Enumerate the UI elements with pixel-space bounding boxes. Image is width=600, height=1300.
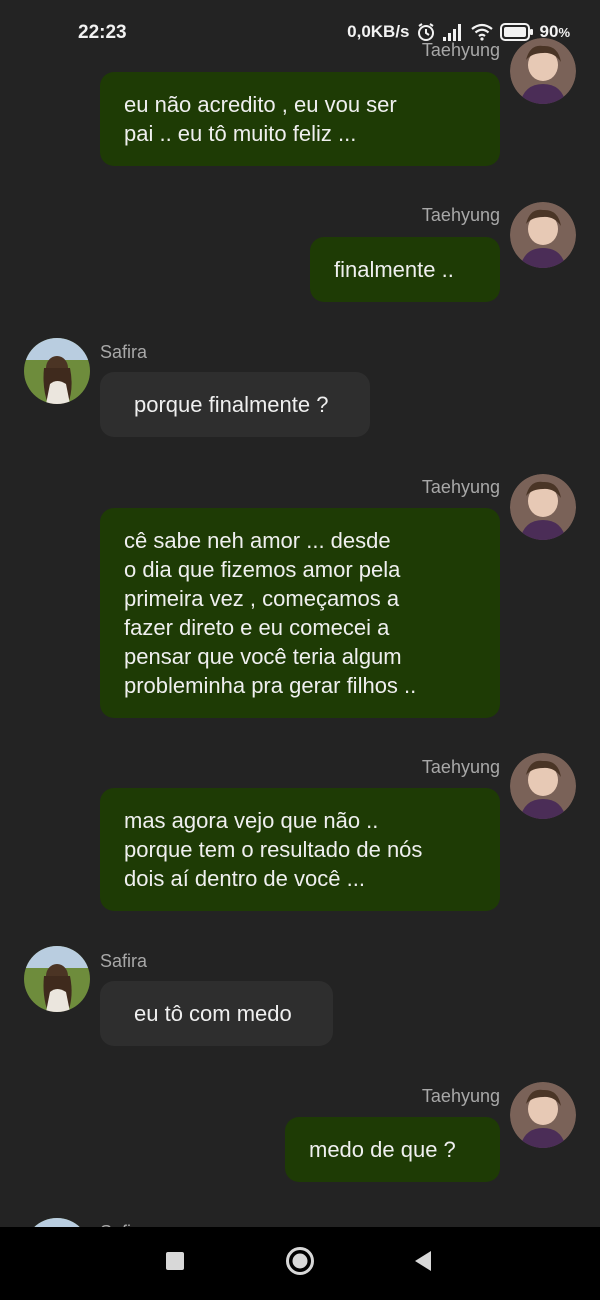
avatar-safira[interactable] xyxy=(24,338,90,404)
sender-name: Taehyung xyxy=(421,757,500,777)
navigation-bar xyxy=(0,1227,600,1300)
message-bubble-received[interactable]: porque finalmente ? xyxy=(100,372,370,437)
status-icons: 0,0KB/s 90% xyxy=(347,22,570,42)
message-bubble-sent[interactable]: eu não acredito , eu vou ser pai .. eu t… xyxy=(100,72,500,166)
recents-button[interactable] xyxy=(150,1227,200,1300)
sender-name: Safira xyxy=(100,342,148,362)
signal-icon xyxy=(442,23,464,41)
avatar-taehyung[interactable] xyxy=(510,474,576,540)
message-bubble-sent[interactable]: finalmente .. xyxy=(310,237,500,302)
alarm-icon xyxy=(416,22,436,42)
chat-screen: Taehyung eu não acredito , eu vou ser pa… xyxy=(0,0,600,1300)
home-circle-icon xyxy=(285,1246,315,1281)
status-time: 22:23 xyxy=(78,22,127,43)
message-bubble-received[interactable]: eu tô com medo xyxy=(100,981,333,1046)
avatar-taehyung[interactable] xyxy=(510,1082,576,1148)
back-button[interactable] xyxy=(398,1227,448,1300)
battery-icon xyxy=(499,23,534,41)
back-triangle-icon xyxy=(413,1250,433,1277)
sender-name: Safira xyxy=(100,951,148,971)
status-bar: 22:23 0,0KB/s 90% xyxy=(0,0,600,68)
recents-square-icon xyxy=(165,1251,185,1276)
message-bubble-sent[interactable]: medo de que ? xyxy=(285,1117,500,1182)
message-bubble-sent[interactable]: cê sabe neh amor ... desde o dia que fiz… xyxy=(100,508,500,718)
message-bubble-sent[interactable]: mas agora vejo que não .. porque tem o r… xyxy=(100,788,500,911)
avatar-taehyung[interactable] xyxy=(510,202,576,268)
net-speed: 0,0KB/s xyxy=(347,22,410,41)
avatar-taehyung[interactable] xyxy=(510,753,576,819)
home-button[interactable] xyxy=(275,1227,325,1300)
sender-name: Taehyung xyxy=(421,477,500,497)
battery-percent: 90% xyxy=(539,22,570,41)
wifi-icon xyxy=(470,23,494,41)
sender-name: Taehyung xyxy=(421,205,500,225)
avatar-safira[interactable] xyxy=(24,946,90,1012)
sender-name: Taehyung xyxy=(421,1086,500,1106)
